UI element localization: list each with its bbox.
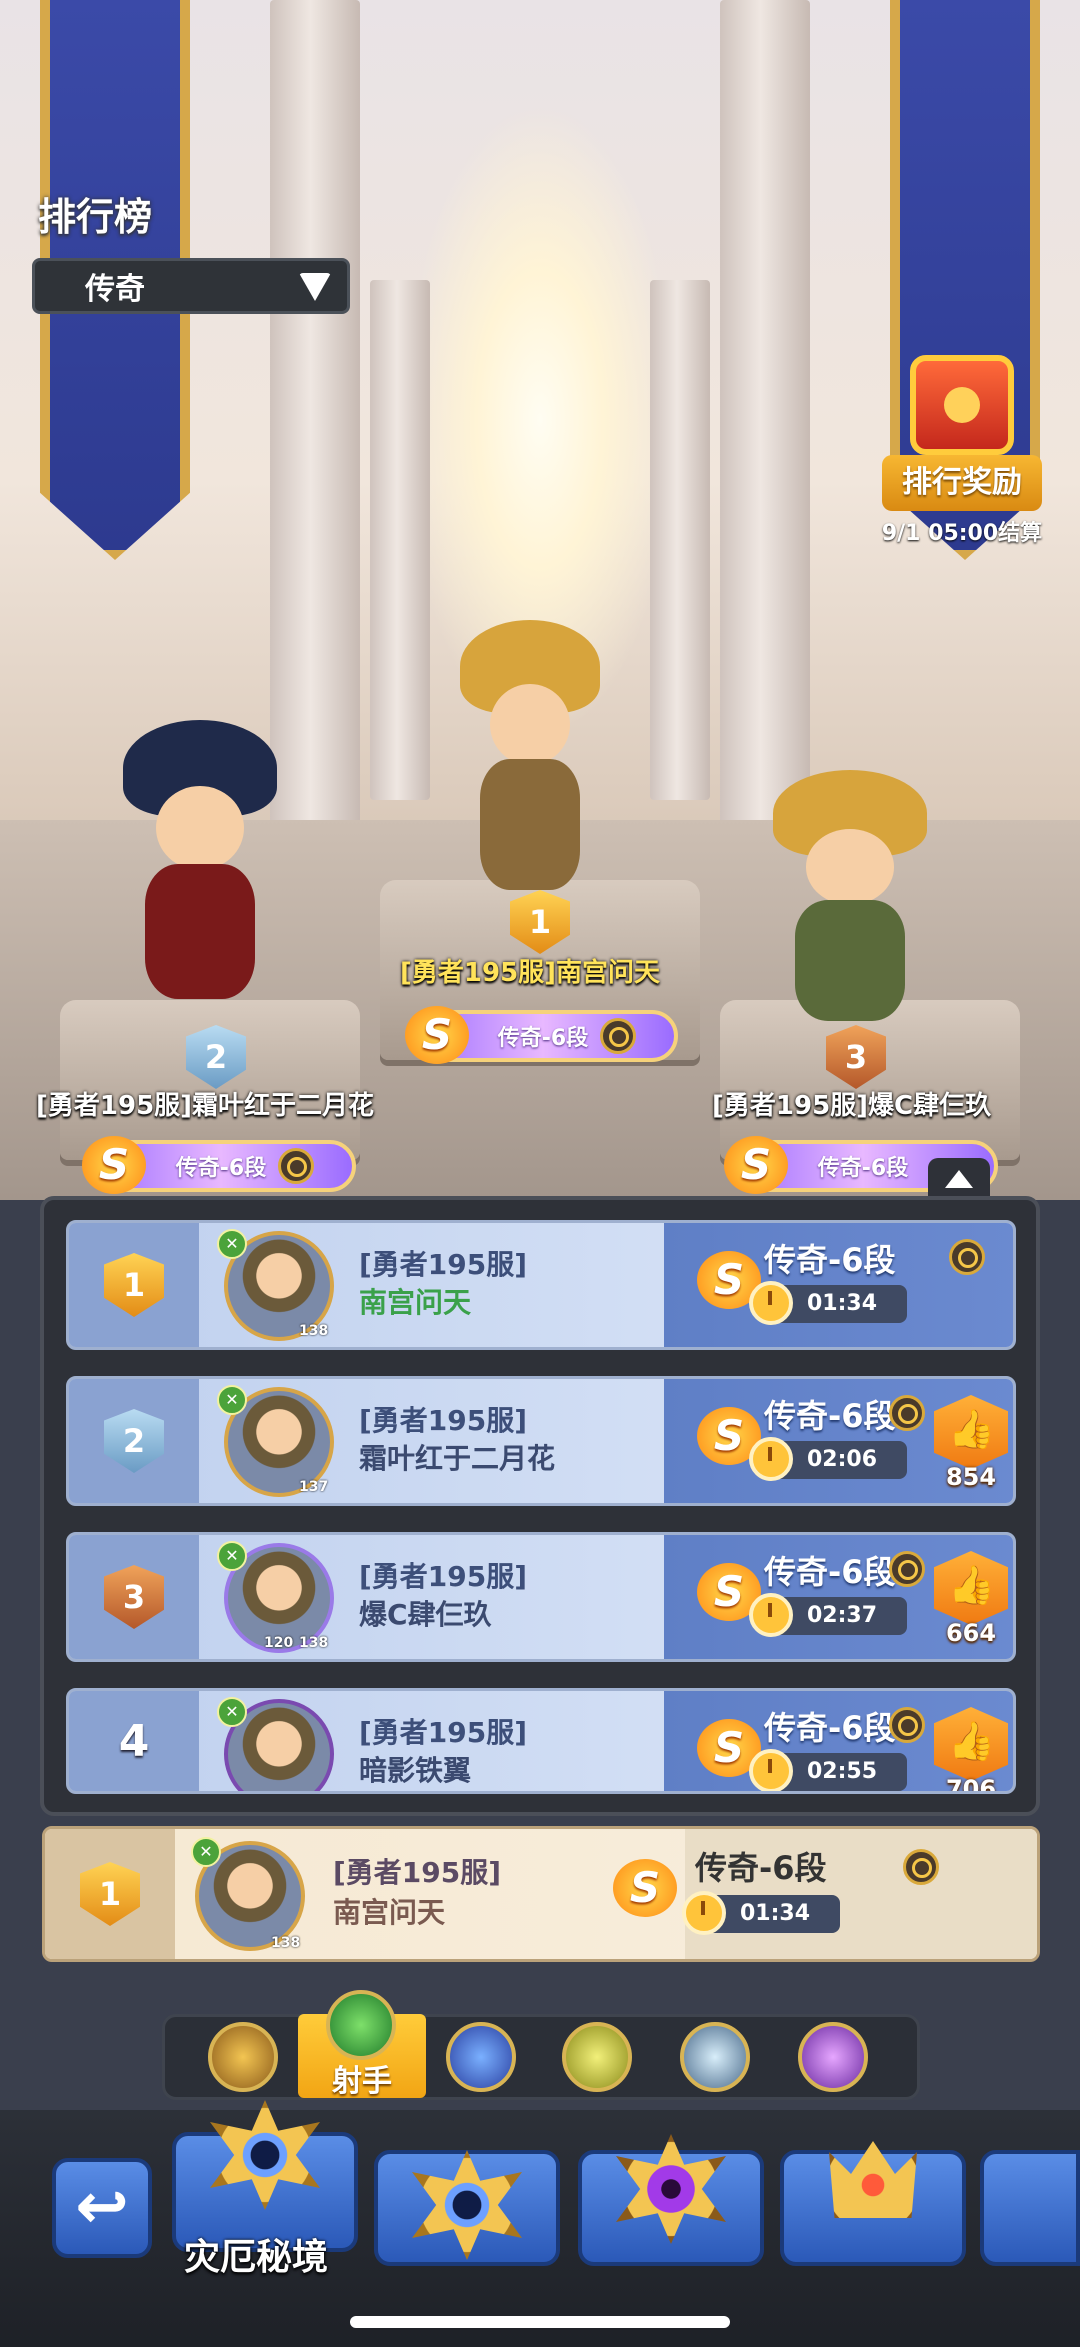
player-tier: 传奇-6段 xyxy=(764,1553,896,1591)
clock-icon xyxy=(749,1593,793,1637)
clock-icon xyxy=(682,1891,726,1935)
hero-rank-1[interactable] xyxy=(430,620,630,910)
rank-medal-gold: 1 xyxy=(104,1253,164,1317)
pillar xyxy=(370,280,430,800)
player-level: 138 xyxy=(271,1935,301,1951)
settle-time: 9/1 05:00结算 xyxy=(881,521,1043,546)
ranking-row[interactable]: 2 ✕ 137 [勇者195服] 霜叶红于二月花 S 传奇-6段 02:06 8… xyxy=(66,1376,1016,1506)
player-level: 137 xyxy=(299,1479,329,1495)
search-icon[interactable] xyxy=(889,1707,925,1743)
player-level: 138 xyxy=(299,1323,329,1339)
archer-class-icon: ✕ xyxy=(217,1541,247,1571)
podium-name-3: [勇者195服]爆C肆仨玖 xyxy=(712,1091,992,1121)
player-tier: 传奇-6段 xyxy=(764,1709,896,1747)
ranking-row[interactable]: 4 ✕ [勇者195服] 暗影铁翼 S 传奇-6段 02:55 706 xyxy=(66,1688,1016,1794)
clock-icon xyxy=(749,1281,793,1325)
warrior-icon[interactable] xyxy=(208,2022,278,2092)
rank-medal-silver: 2 xyxy=(104,1409,164,1473)
tier-s-icon: S xyxy=(724,1136,788,1194)
search-icon[interactable] xyxy=(278,1148,314,1184)
priest-icon[interactable] xyxy=(680,2022,750,2092)
clock-icon xyxy=(749,1749,793,1791)
search-icon[interactable] xyxy=(889,1551,925,1587)
player-level: 138 xyxy=(299,1635,329,1651)
player-server: [勇者195服] xyxy=(359,1248,528,1281)
clock-icon xyxy=(749,1437,793,1481)
podium-name-1: [勇者195服]南宫问天 xyxy=(400,958,661,988)
rank-medal-gold: 1 xyxy=(80,1862,140,1926)
player-name: 暗影铁翼 xyxy=(359,1754,472,1787)
league-filter-value: 传奇 xyxy=(85,272,145,307)
like-count: 664 xyxy=(945,1619,997,1647)
rank-medal-bronze: 3 xyxy=(104,1565,164,1629)
home-indicator xyxy=(350,2316,730,2328)
rank-reward-label: 排行奖励 xyxy=(882,455,1042,511)
archer-class-icon: ✕ xyxy=(217,1697,247,1727)
rank-reward-button[interactable]: 排行奖励 9/1 05:00结算 xyxy=(882,355,1042,546)
archer-class-icon: ✕ xyxy=(217,1385,247,1415)
player-tier: 传奇-6段 xyxy=(764,1397,896,1435)
my-ranking-row[interactable]: 1 ✕ 138 [勇者195服] 南宫问天 S 传奇-6段 01:34 xyxy=(42,1826,1040,1962)
back-arrow-icon[interactable]: ↩ xyxy=(52,2158,152,2258)
player-name: 南宫问天 xyxy=(333,1896,446,1929)
chevron-down-icon xyxy=(299,273,331,301)
search-icon[interactable] xyxy=(949,1239,985,1275)
player-name: 爆C肆仨玖 xyxy=(359,1598,492,1631)
ranking-row[interactable]: 3 ✕ 120 138 [勇者195服] 爆C肆仨玖 S 传奇-6段 02:37… xyxy=(66,1532,1016,1662)
nav-mode-5[interactable] xyxy=(980,2150,1080,2266)
player-server: [勇者195服] xyxy=(359,1404,528,1437)
player-tier: 传奇-6段 xyxy=(764,1241,896,1279)
mage-icon[interactable] xyxy=(446,2022,516,2092)
player-level-secondary: 120 xyxy=(264,1635,294,1651)
like-count: 854 xyxy=(945,1463,997,1491)
assassin-icon[interactable] xyxy=(562,2022,632,2092)
summoner-icon[interactable] xyxy=(798,2022,868,2092)
rank-number: 4 xyxy=(118,1715,150,1767)
ranking-row[interactable]: 1 ✕ 138 [勇者195服] 南宫问天 S 传奇-6段 01:34 xyxy=(66,1220,1016,1350)
search-icon[interactable] xyxy=(903,1849,939,1885)
pillar xyxy=(650,280,710,800)
ranking-list[interactable]: 1 ✕ 138 [勇者195服] 南宫问天 S 传奇-6段 01:34 2 ✕ … xyxy=(40,1196,1040,1816)
player-tier: 传奇-6段 xyxy=(695,1849,827,1887)
pillar xyxy=(720,0,810,900)
archer-icon[interactable] xyxy=(326,1990,396,2060)
podium-name-2: [勇者195服]霜叶红于二月花 xyxy=(36,1091,375,1121)
tier-s-icon: S xyxy=(613,1859,677,1917)
nav-active-label: 灾厄秘境 xyxy=(184,2237,329,2278)
class-tab-label: 射手 xyxy=(332,2064,392,2099)
archer-class-icon: ✕ xyxy=(191,1837,221,1867)
archer-class-icon: ✕ xyxy=(217,1229,247,1259)
like-count: 706 xyxy=(945,1775,997,1794)
hero-rank-2[interactable] xyxy=(90,720,310,1020)
player-server: [勇者195服] xyxy=(359,1560,528,1593)
tier-s-icon: S xyxy=(82,1136,146,1194)
player-name: 南宫问天 xyxy=(359,1286,472,1319)
tier-s-icon: S xyxy=(405,1006,469,1064)
player-name: 霜叶红于二月花 xyxy=(359,1442,556,1475)
search-icon[interactable] xyxy=(889,1395,925,1431)
hero-rank-3[interactable] xyxy=(740,770,960,1040)
league-filter-dropdown[interactable]: 传奇 xyxy=(32,258,350,314)
player-server: [勇者195服] xyxy=(333,1856,502,1889)
search-icon[interactable] xyxy=(600,1018,636,1054)
page-title: 排行榜 xyxy=(38,195,153,239)
pillar xyxy=(270,0,360,900)
treasure-chest-icon xyxy=(910,355,1014,455)
player-server: [勇者195服] xyxy=(359,1716,528,1749)
